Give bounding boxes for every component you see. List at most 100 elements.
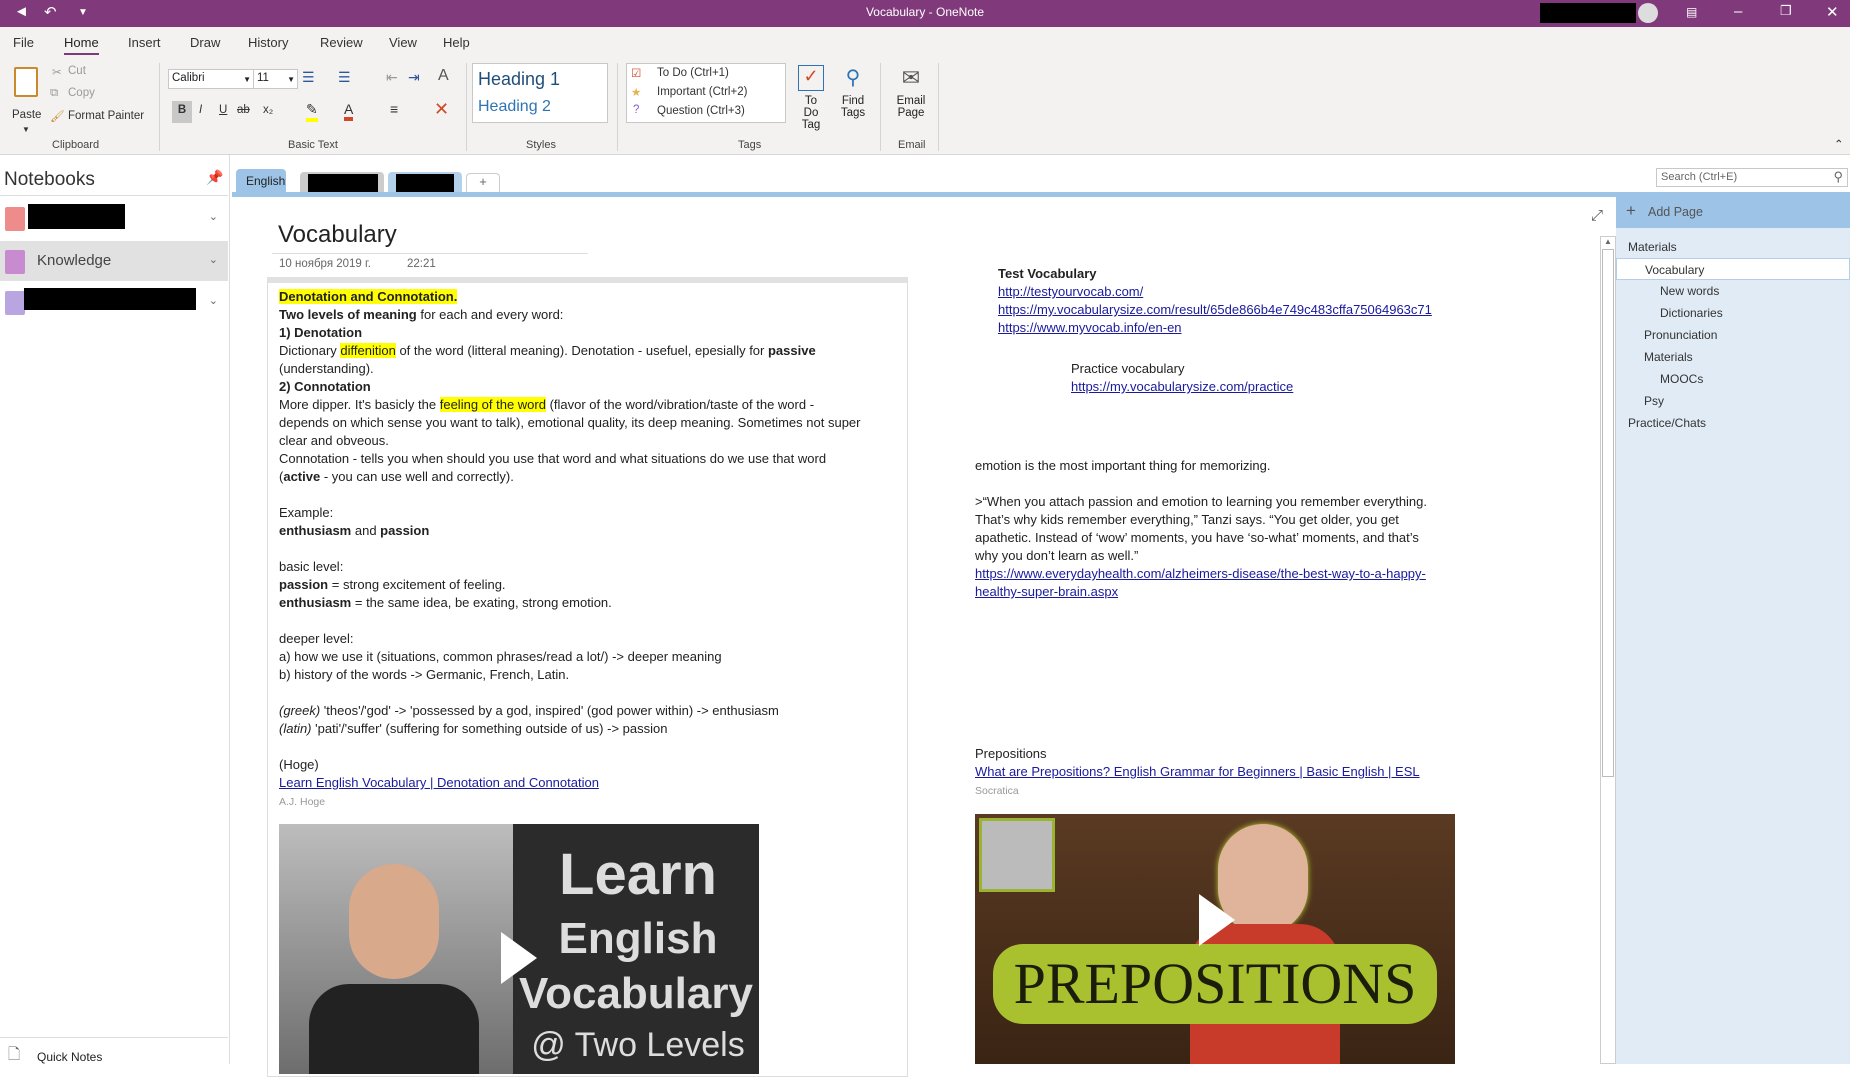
video-embed-prepositions[interactable]: PREPOSITIONS — [975, 814, 1455, 1064]
page-item[interactable]: Vocabulary — [1616, 258, 1850, 280]
page-title[interactable]: Vocabulary — [278, 221, 397, 249]
minimize-icon[interactable]: – — [1734, 3, 1742, 20]
tab-draw[interactable]: Draw — [190, 35, 220, 50]
highlight-icon[interactable]: ✎ — [306, 101, 318, 122]
todo-tag-label-1: To Do — [803, 95, 819, 119]
text-line: clear and obveous. — [279, 432, 860, 450]
page-item[interactable]: Psy — [1616, 390, 1850, 412]
cut-button[interactable]: Cut — [68, 65, 86, 77]
underline-button[interactable]: U — [219, 104, 227, 116]
practice-note[interactable]: Practice vocabulary https://my.vocabulary… — [1071, 360, 1293, 396]
section-tab[interactable] — [300, 172, 384, 193]
ribbon-display-icon[interactable]: ▤ — [1686, 5, 1697, 19]
hyperlink[interactable]: https://my.vocabularysize.com/result/65d… — [998, 302, 1432, 317]
tag-todo[interactable]: To Do (Ctrl+1) — [657, 67, 729, 79]
font-name-select[interactable]: Calibri ▼ — [168, 69, 254, 89]
play-icon[interactable] — [1199, 894, 1235, 946]
text-line: 1) Denotation — [279, 324, 860, 342]
copy-button[interactable]: Copy — [68, 87, 95, 99]
format-painter-button[interactable]: Format Painter — [68, 110, 144, 122]
paste-button[interactable]: Paste ▼ — [10, 65, 44, 149]
decrease-indent-icon[interactable]: ⇤ — [386, 69, 398, 86]
clear-formatting-icon[interactable]: A — [438, 67, 449, 85]
prepositions-note[interactable]: Prepositions What are Prepositions? Engli… — [975, 745, 1420, 799]
section-tab[interactable] — [388, 172, 462, 193]
vertical-scrollbar[interactable]: ▲ — [1600, 236, 1616, 1064]
hyperlink[interactable]: https://my.vocabularysize.com/practice — [1071, 379, 1293, 394]
find-tags-button[interactable]: ⚲ Find Tags — [838, 65, 868, 139]
tab-insert[interactable]: Insert — [128, 35, 161, 50]
test-vocabulary-note[interactable]: Test Vocabulary http://testyourvocab.com/… — [998, 265, 1432, 337]
style-heading-2[interactable]: Heading 2 — [478, 98, 551, 116]
add-section-button[interactable]: + — [466, 173, 500, 193]
section-tab-english[interactable]: English — [236, 169, 286, 193]
account-name-redacted[interactable] — [1540, 3, 1636, 23]
text-run: enthusiasm — [279, 523, 352, 538]
tab-home[interactable]: Home — [64, 35, 99, 55]
font-color-icon[interactable]: A — [344, 101, 354, 121]
play-icon[interactable] — [501, 932, 537, 984]
hyperlink[interactable]: https://www.myvocab.info/en-en — [998, 320, 1182, 335]
page-item[interactable]: Pronunciation — [1616, 324, 1850, 346]
restore-icon[interactable]: ❐ — [1780, 3, 1792, 19]
close-icon[interactable]: ✕ — [1826, 3, 1839, 21]
tags-gallery[interactable]: ☑ To Do (Ctrl+1) ★ Important (Ctrl+2) ? … — [626, 63, 786, 123]
text-run: depends on which sense you want to talk)… — [279, 415, 861, 430]
expand-icon[interactable]: ⤢ — [1591, 207, 1603, 224]
hyperlink[interactable]: healthy-super-brain.aspx — [975, 584, 1118, 599]
font-size-select[interactable]: 11 ▼ — [253, 69, 298, 89]
subscript-button[interactable]: x₂ — [263, 104, 273, 116]
notebook-item-knowledge[interactable]: Knowledge ⌄ — [0, 241, 228, 281]
text-run: That’s why kids remember everything,” Ta… — [975, 512, 1399, 527]
styles-gallery[interactable]: Heading 1 Heading 2 — [472, 63, 608, 123]
scrollbar-thumb[interactable] — [1602, 249, 1614, 777]
group-label-basic-text: Basic Text — [288, 139, 338, 151]
avatar[interactable] — [1638, 3, 1658, 23]
tab-review[interactable]: Review — [320, 35, 363, 50]
hyperlink[interactable]: https://www.everydayhealth.com/alzheimer… — [975, 566, 1426, 581]
page-canvas[interactable]: ⤢ Vocabulary 10 ноября 2019 г. 22:21 Den… — [232, 197, 1616, 1077]
page-item[interactable]: Materials — [1616, 346, 1850, 368]
numbering-icon[interactable]: ☰ — [338, 69, 351, 86]
tag-important[interactable]: Important (Ctrl+2) — [657, 86, 747, 98]
page-item[interactable]: Materials — [1616, 236, 1850, 258]
notebook-item[interactable]: ⌄ — [0, 198, 228, 238]
chevron-down-icon[interactable]: ⌄ — [209, 294, 218, 307]
tab-history[interactable]: History — [248, 35, 288, 50]
strikethrough-button[interactable]: ab — [237, 104, 250, 116]
hyperlink[interactable]: Learn English Vocabulary | Denotation an… — [279, 775, 599, 790]
tab-file[interactable]: File — [13, 35, 34, 50]
hyperlink[interactable]: http://testyourvocab.com/ — [998, 284, 1143, 299]
emotion-note[interactable]: emotion is the most important thing for … — [975, 457, 1427, 601]
search-icon[interactable]: ⚲ — [1833, 169, 1843, 185]
pin-icon[interactable]: 📌 — [206, 169, 223, 186]
page-item[interactable]: New words — [1616, 280, 1850, 302]
bold-button[interactable]: B — [172, 101, 192, 123]
chevron-down-icon[interactable]: ⌄ — [209, 210, 218, 223]
page-item[interactable]: Practice/Chats — [1616, 412, 1850, 434]
quick-notes-link[interactable]: Quick Notes — [37, 1050, 102, 1064]
hyperlink[interactable]: What are Prepositions? English Grammar f… — [975, 764, 1420, 779]
chevron-down-icon[interactable]: ⌄ — [209, 253, 218, 266]
align-icon[interactable]: ≡ — [390, 101, 398, 117]
bullets-icon[interactable]: ☰ — [302, 69, 315, 86]
add-page-button[interactable]: + Add Page — [1616, 197, 1850, 228]
text-run: 2) Connotation — [279, 379, 371, 394]
collapse-ribbon-icon[interactable]: ⌃ — [1834, 137, 1844, 151]
page-item[interactable]: MOOCs — [1616, 368, 1850, 390]
page-item[interactable]: Dictionaries — [1616, 302, 1850, 324]
tab-view[interactable]: View — [389, 35, 417, 50]
left-outline[interactable]: Denotation and Connotation. Two levels of… — [279, 288, 860, 810]
increase-indent-icon[interactable]: ⇥ — [408, 69, 420, 86]
todo-tag-button[interactable]: ✓ To Do Tag — [796, 65, 826, 139]
delete-icon[interactable]: ✕ — [434, 99, 449, 120]
notebook-item[interactable]: ⌄ — [0, 282, 228, 322]
video-embed-learn-english[interactable]: Learn English Vocabulary @ Two Levels — [279, 824, 759, 1074]
tab-help[interactable]: Help — [443, 35, 470, 50]
tag-question[interactable]: Question (Ctrl+3) — [657, 105, 745, 117]
email-page-button[interactable]: ✉ Email Page — [894, 65, 928, 139]
italic-button[interactable]: I — [199, 104, 202, 116]
search-input[interactable]: Search (Ctrl+E) ⚲ — [1656, 168, 1848, 187]
scroll-up-icon[interactable]: ▲ — [1604, 237, 1612, 246]
style-heading-1[interactable]: Heading 1 — [478, 69, 560, 90]
